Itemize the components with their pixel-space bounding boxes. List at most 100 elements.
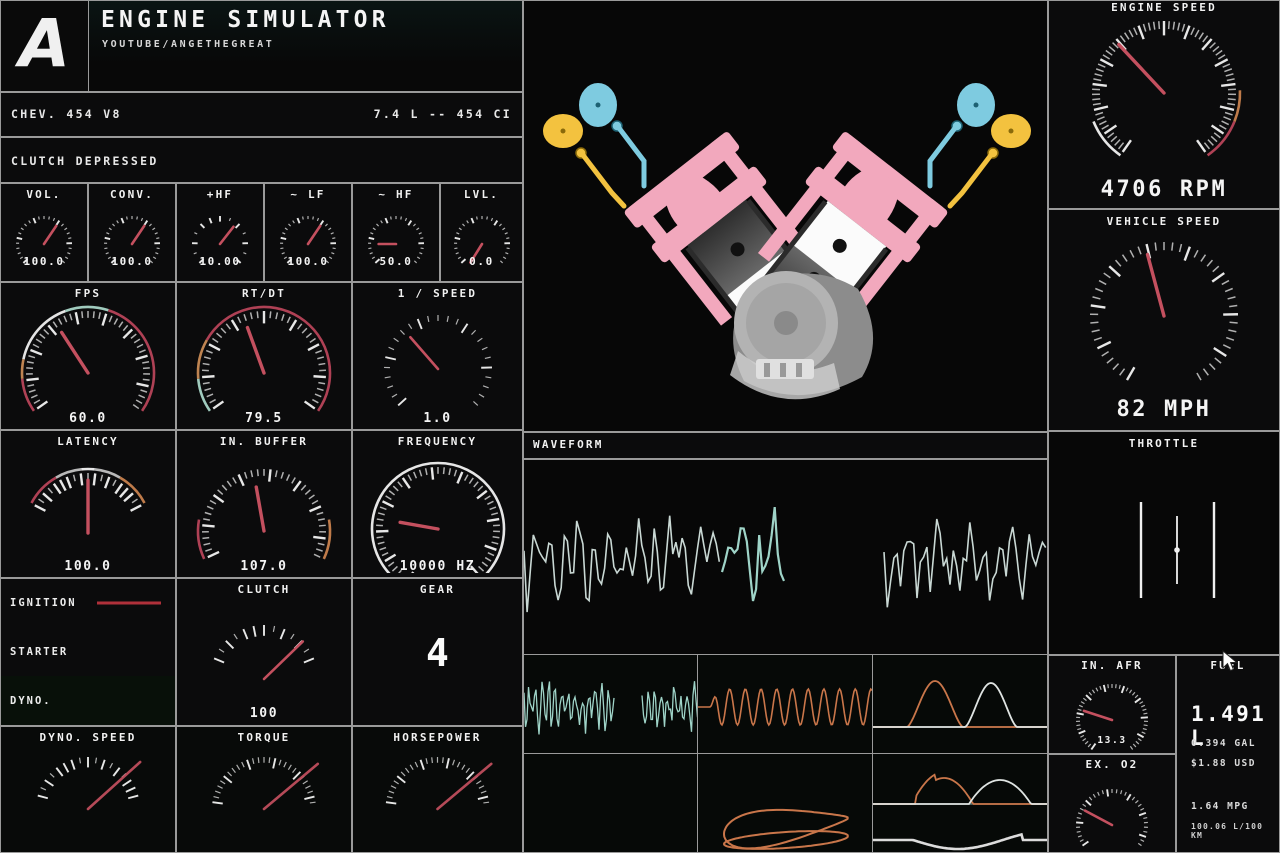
switch-row-dyno[interactable]: DYNO. bbox=[1, 676, 175, 725]
gauge-conv[interactable]: CONV. 100.0 bbox=[88, 183, 176, 282]
gauge-value: 50.0 bbox=[379, 255, 413, 268]
gauge-value: 107.0 bbox=[240, 559, 288, 574]
gauge-value: 60.0 bbox=[69, 411, 107, 426]
gauge-ex-o2[interactable]: EX. O2 bbox=[1048, 754, 1176, 853]
gauge-label: ENGINE SPEED bbox=[1111, 1, 1217, 14]
gauge-plus-hf[interactable]: +HF 10.00 bbox=[176, 183, 264, 282]
gauge-label: CLUTCH bbox=[237, 583, 291, 596]
plot-pressure-wave bbox=[698, 655, 873, 754]
gear-indicator: GEAR 4 bbox=[352, 578, 523, 726]
plot-combustion bbox=[873, 754, 1048, 853]
gauge-fps[interactable]: FPS 60.0 bbox=[0, 282, 176, 430]
gauge-dial bbox=[383, 315, 492, 407]
fuel-readout: FUEL 1.491 L 0.394 GAL $1.88 USD 1.64 MP… bbox=[1176, 655, 1280, 853]
gauge-dial bbox=[1090, 242, 1239, 381]
gauge-label: IN. AFR bbox=[1081, 659, 1143, 672]
gauge-clutch[interactable]: CLUTCH 100 bbox=[176, 578, 352, 726]
gauge-value: 100.0 bbox=[64, 559, 112, 574]
gauge-label: 1 / SPEED bbox=[397, 287, 478, 300]
gauge-inverse-speed[interactable]: 1 / SPEED 1.0 bbox=[352, 282, 523, 430]
gauge-in-afr[interactable]: IN. AFR 13.3 bbox=[1048, 655, 1176, 754]
gauge-lvl[interactable]: LVL. 0.0 bbox=[440, 183, 523, 282]
waveform-header: WAVEFORM bbox=[523, 432, 1048, 459]
throttle-label: THROTTLE bbox=[1128, 437, 1200, 450]
engine-name: CHEV. 454 V8 bbox=[11, 107, 122, 121]
gauge-in-buffer[interactable]: IN. BUFFER 107.0 bbox=[176, 430, 352, 578]
gauge-engine-speed[interactable]: ENGINE SPEED 4706 RPM bbox=[1048, 0, 1280, 209]
gauge-value: 82 MPH bbox=[1116, 397, 1212, 422]
gauge-value: 79.5 bbox=[245, 411, 283, 426]
plot-empty bbox=[523, 754, 698, 853]
gauge-label: LATENCY bbox=[57, 435, 119, 448]
logo-letter: A bbox=[18, 5, 71, 83]
throttle-plate-diagram bbox=[1139, 502, 1216, 598]
gauge-lf[interactable]: ~ LF 100.0 bbox=[264, 183, 352, 282]
gauge-horsepower[interactable]: HORSEPOWER bbox=[352, 726, 523, 853]
gear-value: 4 bbox=[426, 631, 449, 675]
fuel-mpg: 1.64 MPG bbox=[1191, 801, 1249, 812]
plot-pv-loop bbox=[698, 754, 873, 853]
fuel-cost: $1.88 USD bbox=[1191, 758, 1256, 769]
waveform-display bbox=[523, 459, 1048, 655]
switch-row-ignition[interactable]: IGNITION bbox=[1, 579, 175, 628]
waveform-label: WAVEFORM bbox=[533, 438, 604, 451]
crankshaft bbox=[730, 271, 874, 400]
gauge-rtdt[interactable]: RT/DT 79.5 bbox=[176, 282, 352, 430]
switch-label: DYNO. bbox=[10, 694, 52, 707]
gauge-label: EX. O2 bbox=[1085, 758, 1139, 771]
gauge-value: 10000 HZ bbox=[399, 559, 476, 574]
fuel-gallons: 0.394 GAL bbox=[1191, 738, 1256, 749]
gauge-value: 1.0 bbox=[423, 411, 452, 426]
gear-label: GEAR bbox=[419, 583, 456, 596]
gauge-vehicle-speed[interactable]: VEHICLE SPEED 82 MPH bbox=[1048, 209, 1280, 431]
gauge-hf[interactable]: ~ HF 50.0 bbox=[352, 183, 440, 282]
app-title: ENGINE SIMULATOR bbox=[101, 7, 390, 33]
gauge-dial bbox=[196, 469, 332, 560]
mouse-cursor bbox=[1222, 650, 1238, 672]
gauge-value: 10.00 bbox=[199, 255, 241, 268]
gauge-value: 13.3 bbox=[1097, 735, 1127, 746]
app-subtitle: YOUTUBE/ANGETHEGREAT bbox=[102, 39, 275, 50]
gauge-torque[interactable]: TORQUE bbox=[176, 726, 352, 853]
engine-info-bar: CHEV. 454 V8 7.4 L -- 454 CI bbox=[0, 92, 523, 137]
gauge-frequency[interactable]: FREQUENCY 10000 HZ bbox=[352, 430, 523, 578]
gauge-value: 0.0 bbox=[469, 255, 494, 268]
gauge-label: +HF bbox=[206, 188, 234, 201]
switch-panel: IGNITION STARTER DYNO. bbox=[0, 578, 176, 726]
gauge-value: 4706 RPM bbox=[1100, 177, 1228, 202]
gauge-vol[interactable]: VOL. 100.0 bbox=[0, 183, 88, 282]
gauge-dial bbox=[385, 757, 493, 811]
dyno-indicator bbox=[97, 699, 161, 702]
plot-valve-lift bbox=[873, 655, 1048, 754]
gauge-label: ~ HF bbox=[378, 188, 414, 201]
throttle-display[interactable]: THROTTLE bbox=[1048, 431, 1280, 655]
gauge-label: LVL. bbox=[463, 188, 500, 201]
gauge-label: DYNO. SPEED bbox=[39, 731, 137, 744]
gauge-dial bbox=[1091, 21, 1242, 157]
gauge-dial bbox=[212, 757, 320, 811]
gauge-value: 100.0 bbox=[23, 255, 65, 268]
switch-row-starter[interactable]: STARTER bbox=[1, 628, 175, 677]
gauge-label: VOL. bbox=[26, 188, 62, 201]
gauge-dial bbox=[370, 461, 505, 573]
engine-displacement: 7.4 L -- 454 CI bbox=[373, 107, 512, 121]
gauge-latency[interactable]: LATENCY 100.0 bbox=[0, 430, 176, 578]
gauge-dial bbox=[1076, 789, 1148, 847]
ignition-indicator bbox=[97, 601, 161, 605]
gauge-value: 100.0 bbox=[287, 255, 329, 268]
gauge-dyno-speed[interactable]: DYNO. SPEED bbox=[0, 726, 176, 853]
simulator-window: A ENGINE SIMULATOR YOUTUBE/ANGETHEGREAT … bbox=[0, 0, 1280, 853]
gauge-dial bbox=[213, 625, 315, 681]
status-text: CLUTCH DEPRESSED bbox=[11, 154, 159, 168]
starter-indicator bbox=[97, 650, 161, 653]
engine-animation-view[interactable] bbox=[523, 0, 1048, 432]
v8-engine-diagram bbox=[543, 83, 1031, 400]
gauge-dial bbox=[37, 757, 142, 811]
gauge-dial bbox=[30, 467, 146, 535]
plot-audio-left bbox=[523, 655, 698, 754]
gauge-label: ~ LF bbox=[290, 188, 326, 201]
switch-label: IGNITION bbox=[10, 597, 77, 610]
gauge-label: VEHICLE SPEED bbox=[1106, 215, 1222, 228]
gauge-label: HORSEPOWER bbox=[393, 731, 482, 744]
gauge-dial bbox=[20, 305, 156, 412]
